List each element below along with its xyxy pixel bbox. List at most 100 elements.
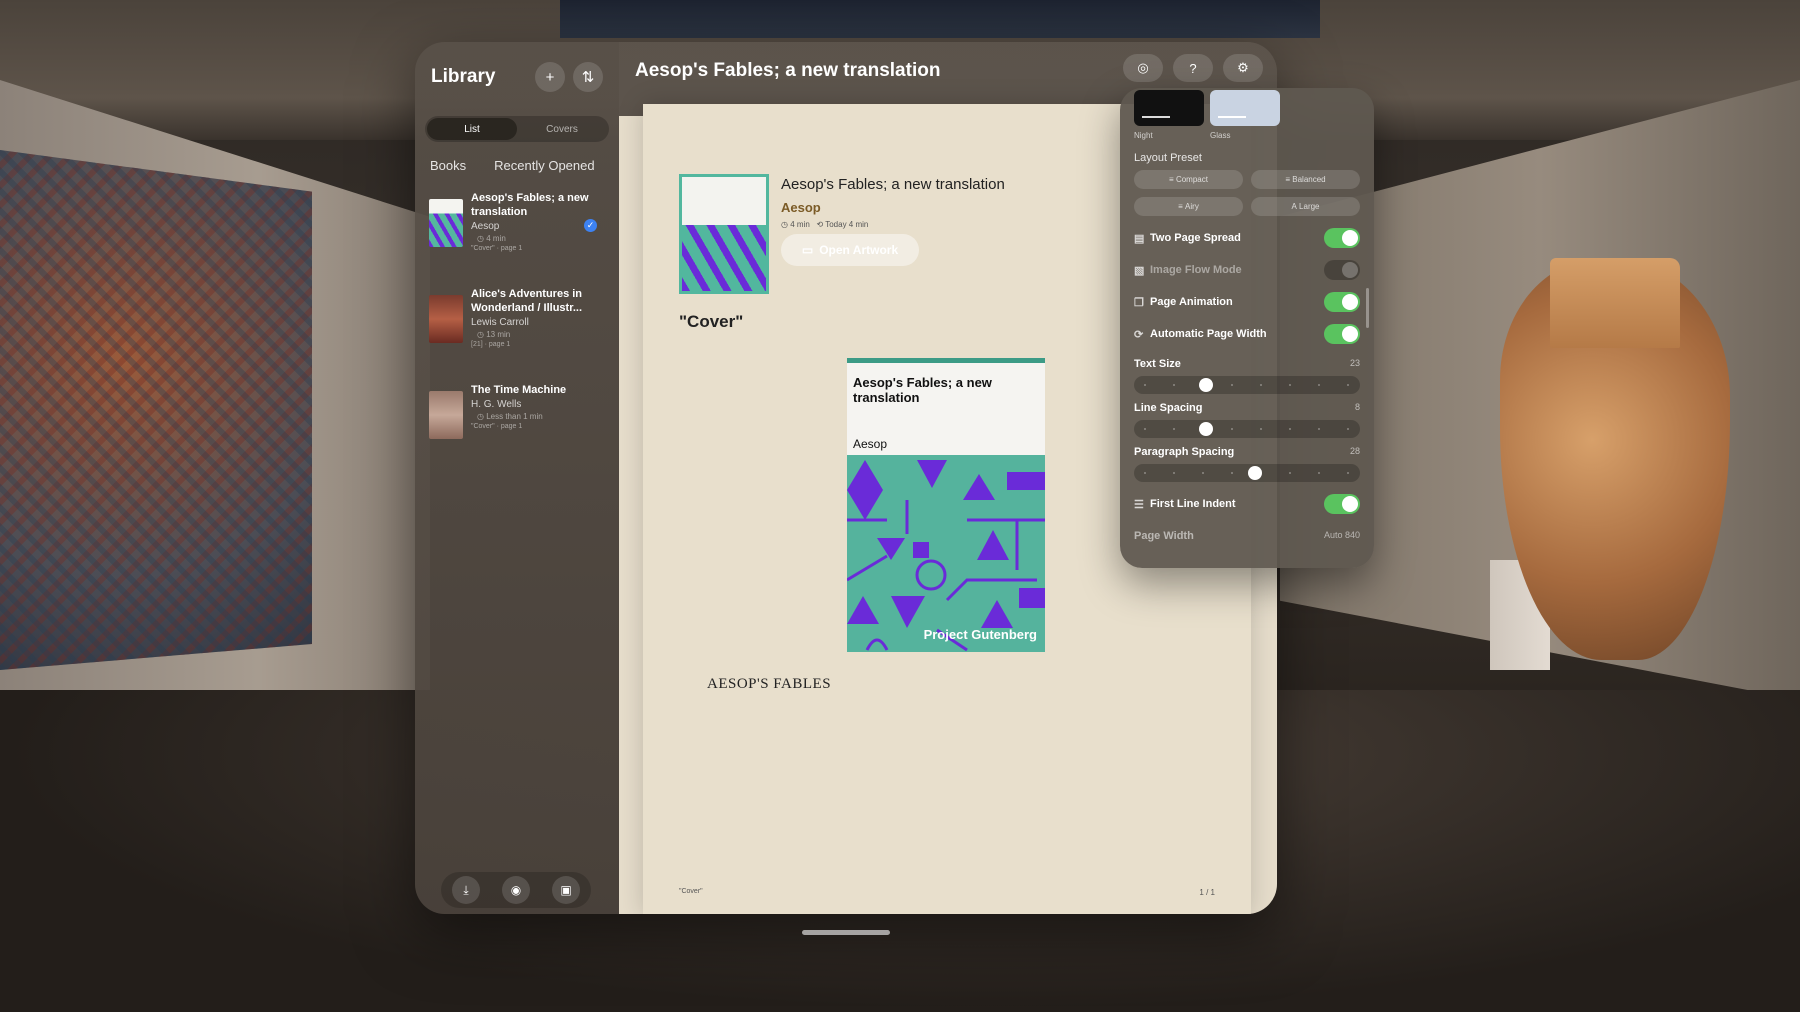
text-size-slider[interactable] — [1134, 376, 1360, 394]
settings-button[interactable]: ⚙ — [1223, 54, 1263, 82]
layout-presets: ≡ Compact ≡ Balanced ≡ Airy A Large — [1134, 170, 1360, 216]
appearance-button[interactable]: ◎ — [1123, 54, 1163, 82]
book-time: ◷ Less than 1 min — [477, 412, 543, 421]
book-author: H. G. Wells — [471, 399, 522, 410]
toggle-label: First Line Indent — [1150, 498, 1236, 510]
slider-tick — [1144, 472, 1146, 474]
slider-tick — [1347, 384, 1349, 386]
artwork-icon: ▭ — [801, 243, 814, 257]
slider-knob[interactable] — [1198, 422, 1213, 436]
page-width-setting: Page Width Auto 840 — [1134, 530, 1360, 542]
preset-airy[interactable]: ≡ Airy — [1134, 197, 1243, 216]
image-icon: ▧ — [1134, 264, 1145, 277]
book-time: ◷ 4 min — [477, 234, 506, 243]
line-spacing-slider[interactable] — [1134, 420, 1360, 438]
book-info: Aesop's Fables; a new translation Aesop … — [471, 191, 591, 287]
toggle-label: Automatic Page Width — [1150, 328, 1267, 340]
cover-publisher: Project Gutenberg — [923, 627, 1037, 642]
toggle-list: ▤ Two Page Spread ▧ Image Flow Mode ❐ Pa… — [1134, 222, 1360, 350]
slider-knob[interactable] — [1198, 378, 1213, 392]
reader-mode-button[interactable]: ◉ — [502, 876, 530, 904]
theme-label: Night — [1134, 131, 1153, 140]
slider-tick — [1260, 428, 1262, 430]
book-location: "Cover" · page 1 — [471, 245, 523, 252]
sidebar-tabs: Books Recently Opened — [415, 142, 619, 173]
book-location: [21] · page 1 — [471, 341, 511, 348]
cover-title-area: Aesop's Fables; a new translation Aesop — [847, 363, 1045, 455]
book-item-time-machine[interactable]: The Time Machine H. G. Wells ◷ Less than… — [415, 383, 619, 479]
book-location: "Cover" · page 1 — [471, 423, 523, 430]
book-list: Aesop's Fables; a new translation Aesop … — [415, 173, 619, 479]
reader-settings-popover: Night Glass Layout Preset ≡ Compact ≡ Ba… — [1120, 88, 1374, 568]
slider-label: Line Spacing — [1134, 402, 1203, 414]
theme-night[interactable]: Night — [1134, 90, 1204, 140]
image-flow-mode-switch[interactable] — [1324, 260, 1360, 280]
toggle-automatic-page-width: ⟳ Automatic Page Width — [1134, 318, 1360, 350]
slider-label: Text Size — [1134, 358, 1181, 370]
slider-tick — [1318, 384, 1320, 386]
view-mode-segmented: List Covers — [425, 116, 609, 142]
view-mode-covers[interactable]: Covers — [517, 118, 607, 140]
book-info: The Time Machine H. G. Wells ◷ Less than… — [471, 383, 591, 479]
window-grabber[interactable] — [802, 930, 890, 935]
book-thumbnail — [429, 391, 463, 439]
slider-knob[interactable] — [1248, 466, 1263, 480]
slider-tick — [1173, 428, 1175, 430]
sort-arrows-icon: ⇅ — [581, 69, 595, 86]
book-title: The Time Machine — [471, 384, 567, 396]
slider-tick — [1289, 472, 1291, 474]
slider-label: Paragraph Spacing — [1134, 446, 1235, 458]
slider-tick — [1347, 428, 1349, 430]
preset-large[interactable]: A Large — [1251, 197, 1360, 216]
gallery-button[interactable]: ▣ — [552, 876, 580, 904]
popover-scrollbar[interactable] — [1366, 288, 1369, 328]
cover-author: Aesop — [853, 437, 888, 451]
first-line-indent-switch[interactable] — [1324, 494, 1360, 514]
tab-recently-opened[interactable]: Recently Opened — [494, 158, 594, 173]
slider-tick — [1347, 472, 1349, 474]
preset-balanced[interactable]: ≡ Balanced — [1251, 170, 1360, 189]
slider-tick — [1231, 472, 1233, 474]
theme-picker: Night Glass — [1134, 88, 1360, 140]
toggle-label: Two Page Spread — [1150, 232, 1241, 244]
automatic-page-width-switch[interactable] — [1324, 324, 1360, 344]
sort-button[interactable]: ⇅ — [573, 62, 603, 92]
view-mode-list[interactable]: List — [427, 118, 517, 140]
slider-value: 28 — [1349, 446, 1360, 456]
open-artwork-button[interactable]: ▭ Open Artwork — [781, 234, 919, 266]
clock-icon: ◷ — [477, 330, 487, 339]
airy-icon: ≡ — [1178, 202, 1186, 211]
book-meta-title: Aesop's Fables; a new translation — [781, 176, 1005, 193]
toggle-first-line-indent: ☰ First Line Indent — [1134, 488, 1360, 520]
clock-icon: ◷ — [477, 412, 487, 421]
book-info: Alice's Adventures in Wonderland / Illus… — [471, 287, 591, 383]
help-button[interactable]: ? — [1173, 54, 1213, 82]
book-time: ◷ 13 min — [477, 330, 511, 339]
vase-top — [1550, 258, 1680, 348]
paragraph-spacing-slider[interactable] — [1134, 464, 1360, 482]
import-button[interactable]: ⤓ — [452, 876, 480, 904]
page-animation-switch[interactable] — [1324, 292, 1360, 312]
slider-tick — [1173, 472, 1175, 474]
theme-glass[interactable]: Glass — [1210, 90, 1280, 140]
slider-tick — [1231, 384, 1233, 386]
tab-books[interactable]: Books — [430, 158, 466, 173]
body-heading: AESOP'S FABLES — [707, 676, 832, 692]
clock-icon: ◷ — [781, 220, 791, 229]
reader-header-buttons: ◎ ? ⚙ — [1123, 54, 1263, 82]
eye-icon: ◎ — [1137, 60, 1149, 75]
library-sidebar: Library + ⇅ List Covers Books Recently O… — [415, 42, 619, 914]
book-title: Alice's Adventures in Wonderland / Illus… — [471, 288, 583, 314]
page-footer-number: 1 / 1 — [1199, 888, 1215, 897]
add-button[interactable]: + — [535, 62, 565, 92]
two-page-spread-switch[interactable] — [1324, 228, 1360, 248]
book-item-aesop[interactable]: Aesop's Fables; a new translation Aesop … — [415, 191, 619, 287]
book-item-alice[interactable]: Alice's Adventures in Wonderland / Illus… — [415, 287, 619, 383]
book-thumbnail — [429, 295, 463, 343]
slider-tick — [1202, 472, 1204, 474]
preset-compact[interactable]: ≡ Compact — [1134, 170, 1243, 189]
toggle-label: Image Flow Mode — [1150, 264, 1242, 276]
skylight — [560, 0, 1320, 38]
toggle-image-flow-mode: ▧ Image Flow Mode — [1134, 254, 1360, 286]
cover-artwork — [847, 460, 1045, 652]
